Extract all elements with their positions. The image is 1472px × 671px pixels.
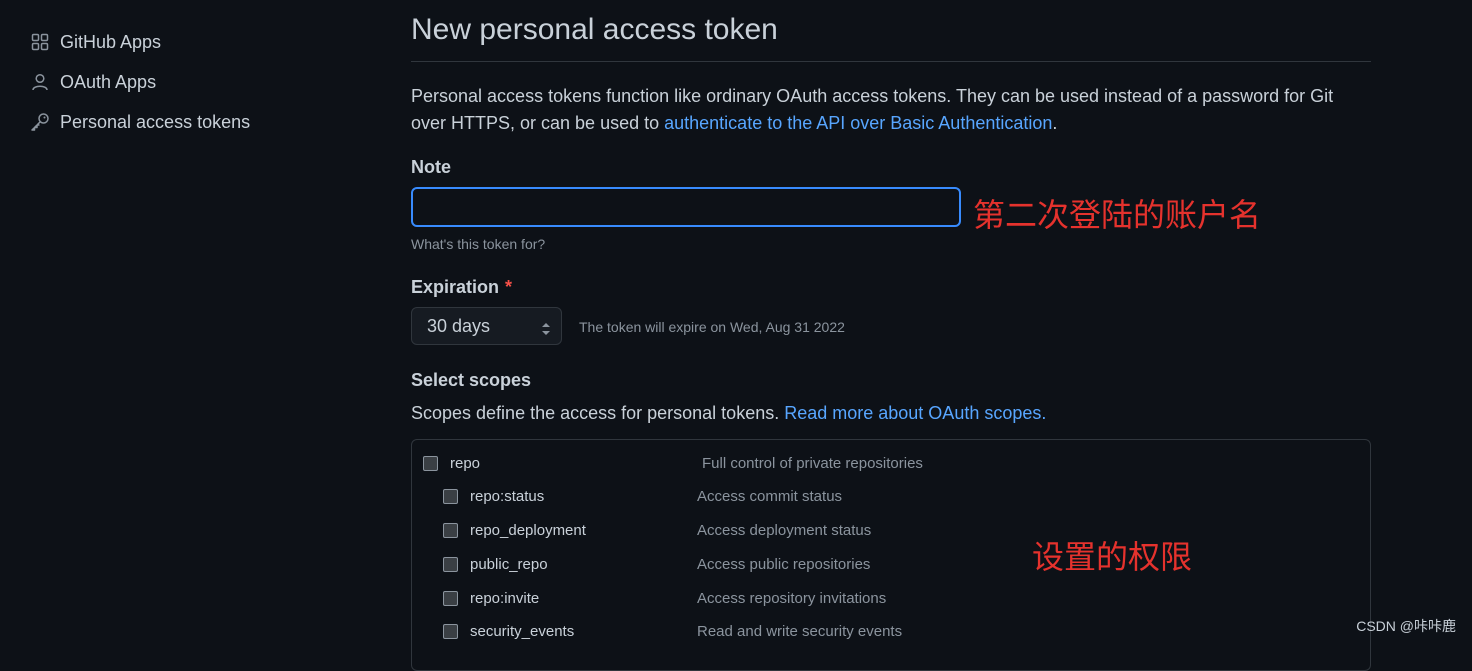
expiration-note: The token will expire on Wed, Aug 31 202… [579,319,845,335]
scope-description: Access repository invitations [697,590,886,607]
scopes-list: repo Full control of private repositorie… [411,439,1371,671]
scopes-desc-text: Scopes define the access for personal to… [411,403,784,423]
intro-end: . [1052,113,1057,133]
expiration-select[interactable]: 30 days [411,307,562,345]
expiration-label: Expiration * [411,277,512,298]
scope-name: repo:invite [470,590,710,607]
csdn-watermark: CSDN @咔咔鹿 [1356,616,1456,636]
scope-row-repo[interactable]: repo [423,453,690,473]
scope-row-repo-invite[interactable]: repo:invite [443,588,710,608]
scope-checkbox[interactable] [443,523,458,538]
scope-description: Access commit status [697,488,842,505]
scope-row-repo-status[interactable]: repo:status [443,486,710,506]
person-icon [30,72,50,92]
required-marker: * [505,277,512,297]
scopes-annotation: 设置的权限 [1032,532,1192,578]
scope-row-security-events[interactable]: security_events [443,621,710,641]
scope-name: security_events [470,623,710,640]
sidebar-item-label: Personal access tokens [60,112,250,133]
note-help-text: What's this token for? [411,236,545,252]
scope-description: Full control of private repositories [702,455,923,472]
sidebar-item-label: GitHub Apps [60,32,161,53]
scope-checkbox[interactable] [443,489,458,504]
expiration-label-text: Expiration [411,277,499,297]
page-title: New personal access token [411,0,1371,62]
scopes-label: Select scopes [411,370,531,391]
sidebar-item-personal-access-tokens[interactable]: Personal access tokens [30,102,330,142]
scope-name: repo:status [470,488,710,505]
note-input[interactable] [411,187,961,227]
sidebar-item-github-apps[interactable]: GitHub Apps [30,22,330,62]
intro-paragraph: Personal access tokens function like ord… [411,83,1361,137]
scopes-description: Scopes define the access for personal to… [411,403,1046,424]
basic-auth-link[interactable]: authenticate to the API over Basic Authe… [664,113,1052,133]
scope-checkbox[interactable] [443,591,458,606]
scope-checkbox[interactable] [423,456,438,471]
apps-grid-icon [30,32,50,52]
select-updown-icon [541,320,551,341]
sidebar-item-oauth-apps[interactable]: OAuth Apps [30,62,330,102]
settings-sidebar: GitHub Apps OAuth Apps Personal access t… [30,22,330,142]
scope-checkbox[interactable] [443,624,458,639]
note-label: Note [411,157,451,178]
oauth-scopes-link[interactable]: Read more about OAuth scopes. [784,403,1046,423]
scope-description: Access public repositories [697,556,870,573]
scope-description: Read and write security events [697,623,902,640]
scope-name: repo [450,455,690,472]
scope-row-repo-deployment[interactable]: repo_deployment [443,520,710,540]
scope-description: Access deployment status [697,522,871,539]
sidebar-item-label: OAuth Apps [60,72,156,93]
scope-name: public_repo [470,556,710,573]
expiration-selected-value: 30 days [427,316,490,337]
scope-checkbox[interactable] [443,557,458,572]
note-annotation: 第二次登陆的账户名 [973,190,1261,236]
main-content: New personal access token Personal acces… [411,0,1371,137]
scope-row-public-repo[interactable]: public_repo [443,554,710,574]
key-icon [30,112,50,132]
scope-name: repo_deployment [470,522,710,539]
